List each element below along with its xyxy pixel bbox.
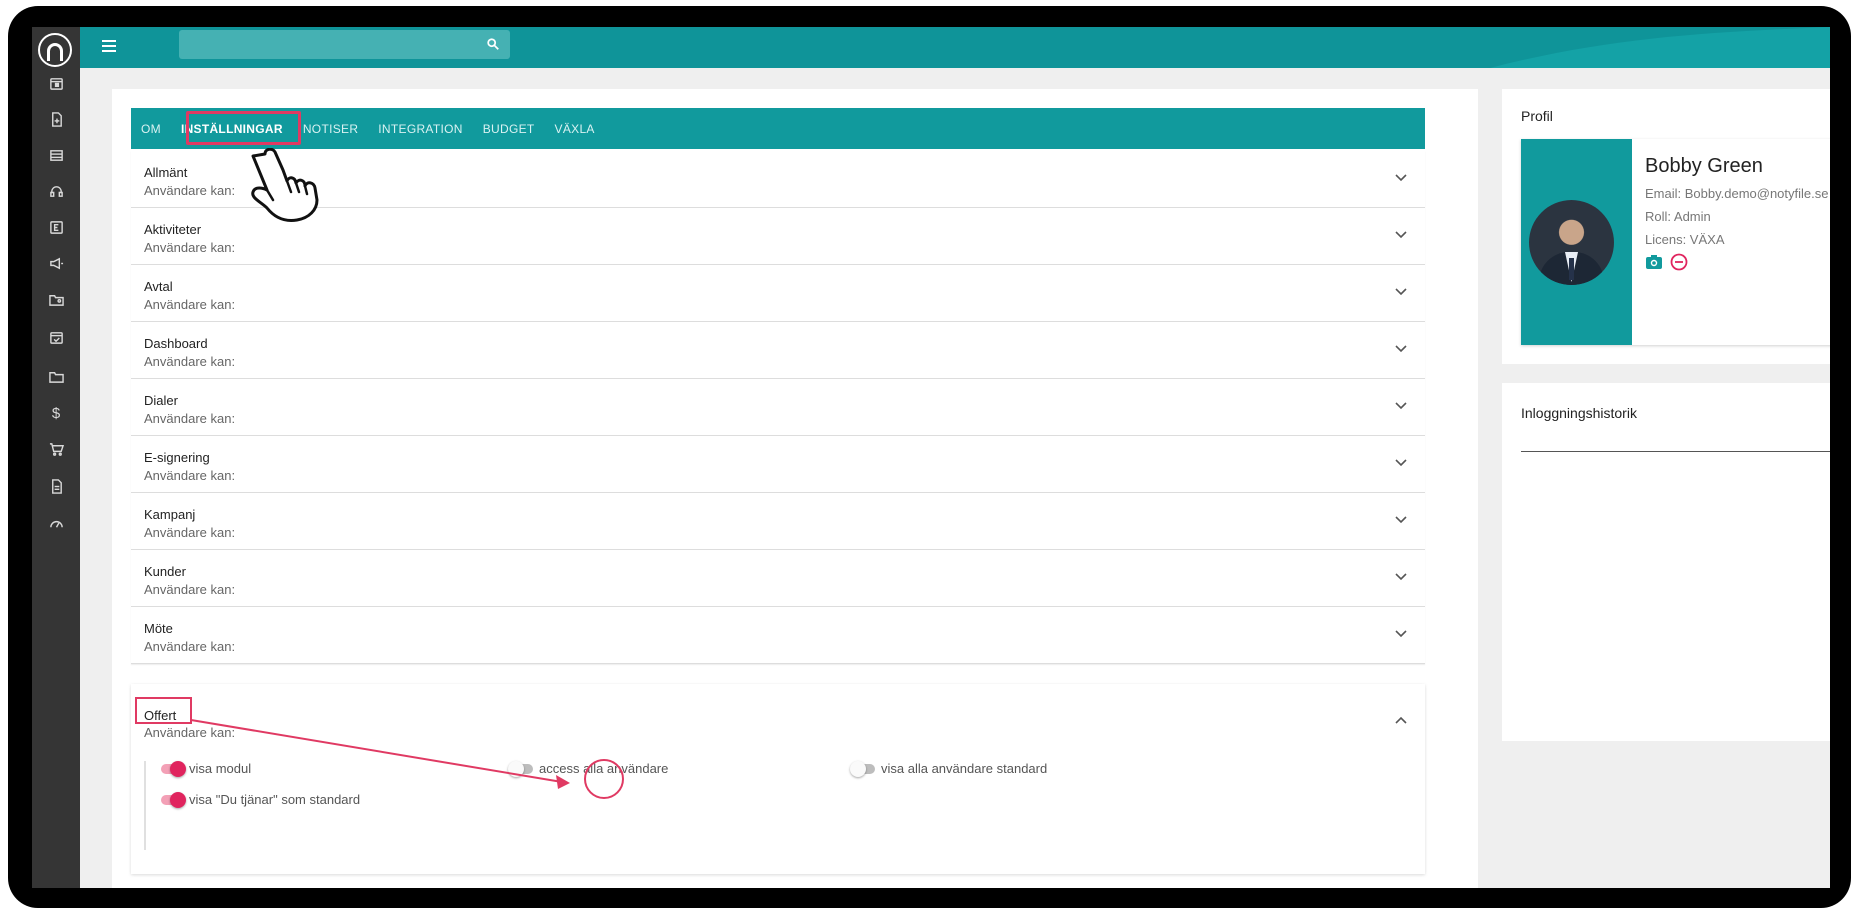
folder-icon[interactable] [44,364,68,388]
file-icon[interactable] [44,474,68,498]
calendar-icon[interactable] [44,71,68,95]
header-wave-decoration [1490,27,1830,68]
section-title: Kampanj [144,507,196,522]
section-subtitle: Användare kan: [144,468,236,483]
app-logo[interactable] [38,33,72,67]
chevron-down-icon[interactable] [1395,288,1407,296]
section-subtitle: Användare kan: [144,725,236,740]
section-dashboard[interactable]: Dashboard Användare kan: [131,322,1425,379]
toggle-switch-off[interactable] [850,760,875,777]
section-allmant[interactable]: Allmänt Användare kan: [131,151,1425,208]
chevron-down-icon[interactable] [1395,459,1407,467]
section-subtitle: Användare kan: [144,639,236,654]
options-divider [144,761,146,850]
profile-name: Bobby Green [1645,155,1763,177]
headset-icon[interactable] [44,179,68,203]
toggle-switch-on[interactable] [161,791,186,808]
megaphone-icon[interactable] [44,251,68,275]
search-icon [487,38,499,50]
document-add-icon[interactable] [44,107,68,131]
toggle-highlight-circle [584,759,624,799]
camera-icon[interactable] [1645,253,1663,271]
remove-circle-icon[interactable] [1670,253,1688,271]
chevron-down-icon[interactable] [1395,231,1407,239]
section-avtal[interactable]: Avtal Användare kan: [131,265,1425,322]
dollar-icon[interactable]: $ [44,401,68,425]
profile-photo-panel [1521,139,1632,345]
section-offert-expanded: Offert Användare kan: visa modul access … [131,684,1425,874]
e-icon[interactable] [44,215,68,239]
option-visa-modul: visa modul [161,760,252,777]
toggle-switch-off[interactable] [508,760,533,777]
section-mote[interactable]: Möte Användare kan: [131,607,1425,664]
section-dialer[interactable]: Dialer Användare kan: [131,379,1425,436]
sidebar: $ [32,27,80,888]
option-label: visa alla användare standard [881,761,1048,776]
folder-person-icon[interactable] [44,287,68,311]
top-bar [80,27,1830,68]
tab-vaxla[interactable]: VÄXLA [555,122,595,136]
pointing-hand-icon [251,148,319,222]
chevron-down-icon[interactable] [1395,345,1407,353]
section-title: Aktiviteter [144,222,202,237]
tab-budget[interactable]: BUDGET [483,122,535,136]
section-title: Avtal [144,279,173,294]
tab-highlight-box [186,111,301,145]
profile-license: Licens: VÄXA [1645,232,1725,247]
login-history-card: Inloggningshistorik [1502,383,1830,741]
cart-icon[interactable] [44,437,68,461]
card-title: Profil [1521,108,1553,124]
menu-toggle-icon[interactable] [102,40,116,52]
search-input[interactable] [179,30,510,59]
section-kunder[interactable]: Kunder Användare kan: [131,550,1425,607]
section-subtitle: Användare kan: [144,525,236,540]
avatar [1529,200,1614,285]
tab-bar: OM INSTÄLLNINGAR NOTISER INTEGRATION BUD… [131,108,1425,149]
card-title: Inloggningshistorik [1521,405,1637,421]
section-subtitle: Användare kan: [144,183,236,198]
option-label: visa modul [189,761,252,776]
section-subtitle: Användare kan: [144,297,236,312]
dashboard-gauge-icon[interactable] [44,511,68,535]
option-visa-alla-anvandare-standard: visa alla användare standard [850,760,1048,777]
profile-details: Bobby Green Email: Bobby.demo@notyfile.s… [1521,139,1830,345]
settings-accordion: Allmänt Användare kan: Aktiviteter Använ… [131,151,1425,664]
chevron-up-icon[interactable] [1395,716,1407,724]
chevron-down-icon[interactable] [1395,402,1407,410]
section-title: Möte [144,621,173,636]
chevron-down-icon[interactable] [1395,516,1407,524]
tab-om[interactable]: OM [141,122,161,136]
chevron-down-icon[interactable] [1395,174,1407,182]
section-e-signering[interactable]: E-signering Användare kan: [131,436,1425,493]
option-visa-du-tjanar: visa "Du tjänar" som standard [161,791,361,808]
section-kampanj[interactable]: Kampanj Användare kan: [131,493,1425,550]
calendar-check-icon[interactable] [44,325,68,349]
section-subtitle: Användare kan: [144,354,236,369]
profile-actions [1645,253,1688,271]
section-title[interactable]: Offert [144,708,176,723]
section-title: Dialer [144,393,178,408]
profile-card: Profil Bobby Green Email: Bobby.demo@not… [1502,89,1830,364]
tab-integration[interactable]: INTEGRATION [378,122,462,136]
chevron-down-icon[interactable] [1395,573,1407,581]
section-title: Kunder [144,564,186,579]
section-aktiviteter[interactable]: Aktiviteter Användare kan: [131,208,1425,265]
section-subtitle: Användare kan: [144,411,236,426]
section-subtitle: Användare kan: [144,240,236,255]
option-label: visa "Du tjänar" som standard [189,792,361,807]
section-subtitle: Användare kan: [144,582,236,597]
chevron-down-icon[interactable] [1395,630,1407,638]
tab-notiser[interactable]: NOTISER [303,122,358,136]
toggle-switch-on[interactable] [161,760,186,777]
divider [1521,451,1830,452]
list-icon[interactable] [44,143,68,167]
section-title: Allmänt [144,165,188,180]
profile-role: Roll: Admin [1645,209,1711,224]
section-title: Dashboard [144,336,208,351]
profile-email: Email: Bobby.demo@notyfile.se [1645,186,1829,201]
section-title: E-signering [144,450,210,465]
